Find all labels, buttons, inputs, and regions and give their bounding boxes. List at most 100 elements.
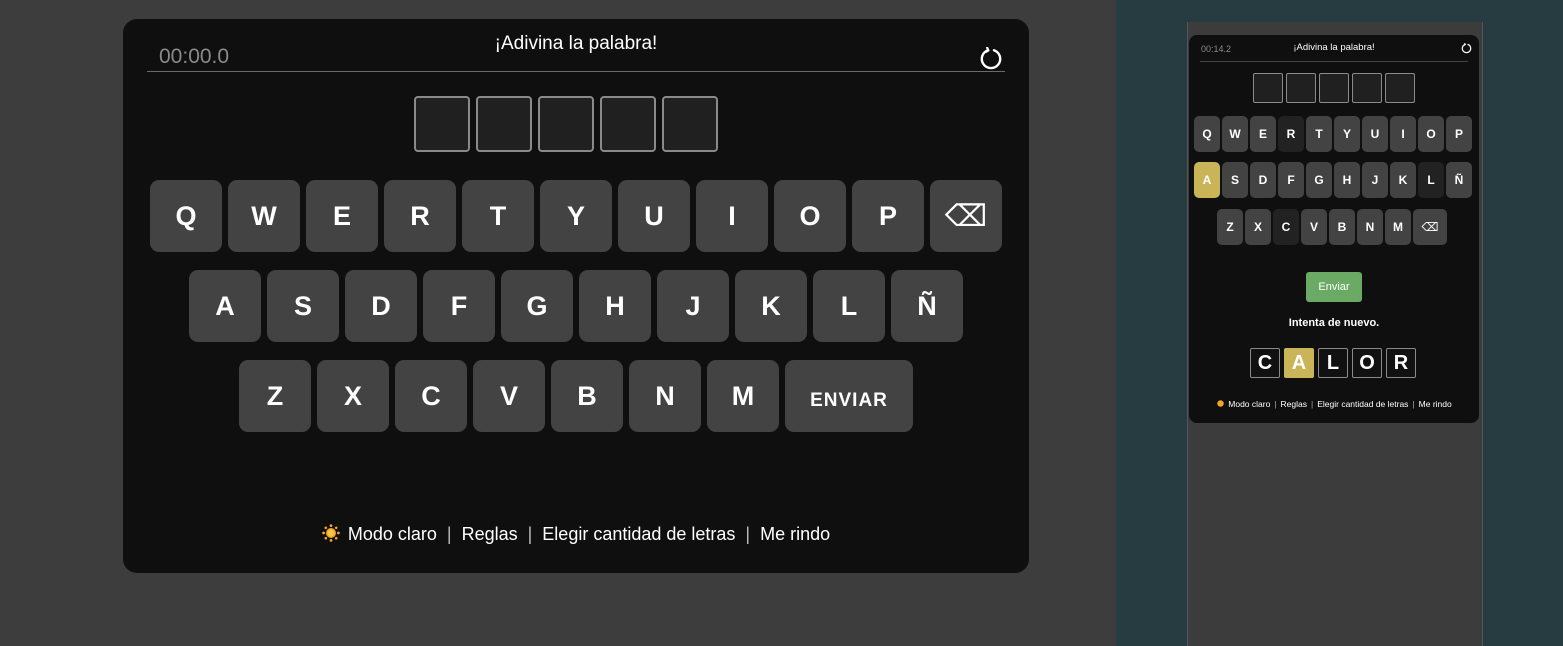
page-title: ¡Adivina la palabra!	[494, 33, 658, 54]
guess-row	[414, 96, 718, 152]
preview-keyboard-row-1: Q W E R T Y U I O P	[1194, 116, 1472, 152]
key-o[interactable]: O	[1418, 116, 1444, 152]
key-k[interactable]: K	[1390, 162, 1416, 198]
reset-icon[interactable]	[979, 47, 1003, 71]
key-u[interactable]: U	[1362, 116, 1388, 152]
key-enye[interactable]: Ñ	[891, 270, 963, 342]
key-w[interactable]: W	[1222, 116, 1248, 152]
key-o[interactable]: O	[774, 180, 846, 252]
answer-letter: A	[1284, 348, 1314, 378]
backspace-icon[interactable]: ⌫	[1413, 209, 1447, 245]
light-mode-link[interactable]: Modo claro	[348, 524, 437, 544]
key-s[interactable]: S	[267, 270, 339, 342]
key-i[interactable]: I	[1390, 116, 1416, 152]
key-r[interactable]: R	[384, 180, 456, 252]
preview-footer-links: Modo claro | Reglas | Elegir cantidad de let…	[1189, 399, 1479, 409]
key-j[interactable]: J	[657, 270, 729, 342]
keyboard-row-2: A S D F G H J K L Ñ	[189, 270, 963, 342]
preview-header-divider	[1200, 61, 1468, 62]
separator: |	[446, 524, 452, 544]
key-i[interactable]: I	[696, 180, 768, 252]
key-x[interactable]: X	[317, 360, 389, 432]
key-l[interactable]: L	[1418, 162, 1444, 198]
key-n[interactable]: N	[629, 360, 701, 432]
key-m[interactable]: M	[1385, 209, 1411, 245]
key-h[interactable]: H	[579, 270, 651, 342]
footer-links: Modo claro | Reglas | Elegir cantidad de let…	[123, 524, 1029, 545]
letter-slot	[662, 96, 718, 152]
key-y[interactable]: Y	[540, 180, 612, 252]
letter-slot	[414, 96, 470, 152]
rules-link[interactable]: Reglas	[1281, 399, 1307, 409]
key-c[interactable]: C	[1273, 209, 1299, 245]
key-a[interactable]: A	[1194, 162, 1220, 198]
key-d[interactable]: D	[1250, 162, 1276, 198]
key-b[interactable]: B	[1329, 209, 1355, 245]
reset-icon[interactable]	[1461, 43, 1472, 54]
key-g[interactable]: G	[501, 270, 573, 342]
key-a[interactable]: A	[189, 270, 261, 342]
key-v[interactable]: V	[473, 360, 545, 432]
answer-letter: C	[1250, 348, 1280, 378]
key-j[interactable]: J	[1362, 162, 1388, 198]
key-p[interactable]: P	[852, 180, 924, 252]
separator: |	[1311, 399, 1314, 409]
key-y[interactable]: Y	[1334, 116, 1360, 152]
preview-keyboard-row-2: A S D F G H J K L Ñ	[1194, 162, 1472, 198]
letter-slot	[1253, 73, 1283, 103]
keyboard-row-1: Q W E R T Y U I O P ⌫	[150, 180, 1002, 252]
give-up-link[interactable]: Me rindo	[760, 524, 830, 544]
letter-slot	[1385, 73, 1415, 103]
separator: |	[1274, 399, 1277, 409]
key-e[interactable]: E	[1250, 116, 1276, 152]
choose-letters-link[interactable]: Elegir cantidad de letras	[542, 524, 735, 544]
result-message: Intenta de nuevo.	[1288, 317, 1380, 329]
key-l[interactable]: L	[813, 270, 885, 342]
letter-slot	[1352, 73, 1382, 103]
give-up-link[interactable]: Me rindo	[1419, 399, 1452, 409]
key-k[interactable]: K	[735, 270, 807, 342]
key-enye[interactable]: Ñ	[1446, 162, 1472, 198]
answer-word: C A L O R	[1250, 348, 1416, 378]
backspace-icon[interactable]: ⌫	[930, 180, 1002, 252]
key-g[interactable]: G	[1306, 162, 1332, 198]
separator: |	[1412, 399, 1415, 409]
key-e[interactable]: E	[306, 180, 378, 252]
preview-keyboard-row-3: Z X C V B N M ⌫	[1217, 209, 1447, 245]
key-x[interactable]: X	[1245, 209, 1271, 245]
key-m[interactable]: M	[707, 360, 779, 432]
send-button[interactable]: ENVIAR	[785, 360, 913, 432]
answer-letter: R	[1386, 348, 1416, 378]
preview-send-button[interactable]: Enviar	[1306, 272, 1362, 302]
preview-title: ¡Adivina la palabra!	[1293, 42, 1375, 53]
light-mode-link[interactable]: Modo claro	[1228, 399, 1270, 409]
letter-slot	[476, 96, 532, 152]
keyboard-row-3: Z X C V B N M ENVIAR	[239, 360, 913, 432]
key-c[interactable]: C	[395, 360, 467, 432]
key-n[interactable]: N	[1357, 209, 1383, 245]
key-t[interactable]: T	[1306, 116, 1332, 152]
key-t[interactable]: T	[462, 180, 534, 252]
key-z[interactable]: Z	[1217, 209, 1243, 245]
key-u[interactable]: U	[618, 180, 690, 252]
key-f[interactable]: F	[423, 270, 495, 342]
key-q[interactable]: Q	[1194, 116, 1220, 152]
key-v[interactable]: V	[1301, 209, 1327, 245]
key-b[interactable]: B	[551, 360, 623, 432]
preview-guess-row	[1253, 73, 1415, 103]
key-d[interactable]: D	[345, 270, 417, 342]
key-w[interactable]: W	[228, 180, 300, 252]
header-divider	[147, 71, 1005, 72]
letter-slot	[538, 96, 594, 152]
sun-icon	[322, 524, 340, 542]
key-f[interactable]: F	[1278, 162, 1304, 198]
letter-slot	[600, 96, 656, 152]
key-h[interactable]: H	[1334, 162, 1360, 198]
key-q[interactable]: Q	[150, 180, 222, 252]
key-z[interactable]: Z	[239, 360, 311, 432]
rules-link[interactable]: Reglas	[462, 524, 518, 544]
key-p[interactable]: P	[1446, 116, 1472, 152]
choose-letters-link[interactable]: Elegir cantidad de letras	[1317, 399, 1408, 409]
key-s[interactable]: S	[1222, 162, 1248, 198]
key-r[interactable]: R	[1278, 116, 1304, 152]
